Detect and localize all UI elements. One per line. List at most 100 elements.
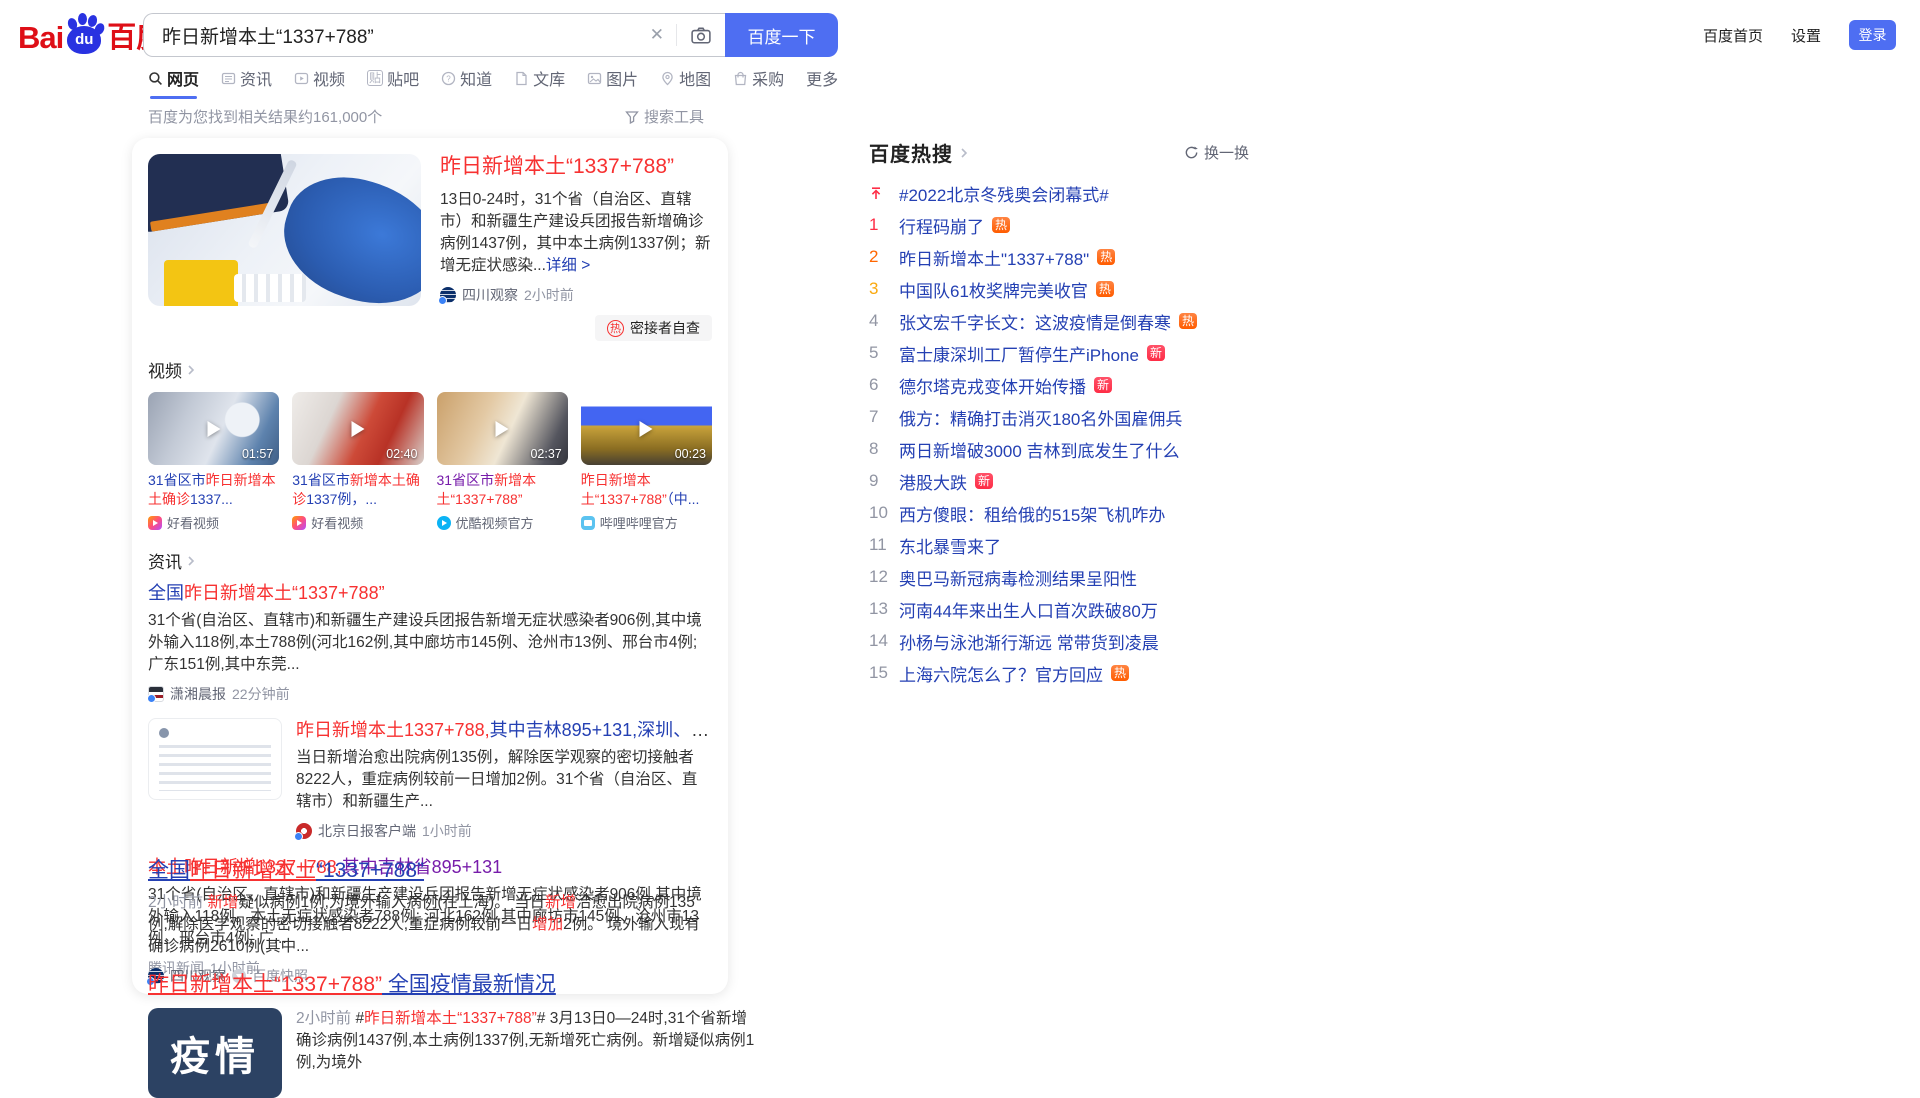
tab-map[interactable]: 地图	[660, 66, 711, 99]
news-item[interactable]: 全国昨日新增本土“1337+788” 31个省(自治区、直辖市)和新疆生产建设兵…	[147, 581, 712, 704]
news-thumbnail-image[interactable]	[148, 718, 282, 800]
clear-icon[interactable]: ✕	[638, 25, 676, 45]
tab-tieba[interactable]: 贴 贴吧	[367, 66, 419, 99]
hot-item[interactable]: #2022北京冬残奥会闭幕式#	[869, 177, 1249, 209]
result-description: 2小时前 #昨日新增本土“1337+788”# 3月13日0—24时,31个省新…	[296, 1010, 755, 1071]
search-tools[interactable]: 搜索工具	[625, 106, 704, 127]
hot-item[interactable]: 1 行程码崩了热	[869, 209, 1249, 241]
hot-item-link[interactable]: 德尔塔克戎变体开始传播	[899, 373, 1086, 398]
hot-item-link[interactable]: 东北暴雪来了	[899, 533, 1001, 558]
result-title-link[interactable]: 昨日新增本土“1337+788”	[440, 154, 712, 180]
hot-item-link[interactable]: 孙杨与泳池渐行渐远 常带货到凌晨	[899, 629, 1159, 654]
video-card[interactable]: 01:57 31省区市昨日新增本土确诊1337... 好看视频	[148, 392, 280, 532]
hot-item-link[interactable]: 西方傻眼：租给俄的515架飞机咋办	[899, 501, 1165, 526]
tab-video[interactable]: 视频	[294, 66, 345, 99]
hot-item[interactable]: 2 昨日新增本土"1337+788" 热	[869, 241, 1249, 273]
hot-item-link[interactable]: 行程码崩了	[899, 213, 984, 238]
news-description: 31个省(自治区、直辖市)和新疆生产建设兵团报告新增无症状感染者906例,其中境…	[148, 612, 702, 673]
hot-item[interactable]: 9 港股大跌新	[869, 465, 1249, 497]
video-thumbnail[interactable]: 00:23	[580, 392, 712, 465]
result-title-link[interactable]: 全国昨日新增本土“1337+788”	[148, 858, 714, 884]
hot-item-link[interactable]: 俄方：精确打击消灭180名外国雇佣兵	[899, 405, 1182, 430]
hot-item-link[interactable]: 奥巴马新冠病毒检测结果呈阳性	[899, 565, 1137, 590]
hot-item[interactable]: 15 上海六院怎么了？官方回应热	[869, 657, 1249, 689]
doc-icon	[514, 71, 529, 86]
video-card[interactable]: 02:37 31省区市新增本土“1337+788” 优酷视频官方	[436, 392, 568, 532]
hot-tag-bar[interactable]: 热 密接者自查	[595, 315, 712, 341]
hot-item[interactable]: 5 富士康深圳工厂暂停生产iPhone 新	[869, 337, 1249, 369]
result-title-link[interactable]: 昨日新增本土“1337+788” 全国疫情最新情况	[148, 972, 758, 998]
hot-item[interactable]: 3 中国队61枚奖牌完美收官热	[869, 273, 1249, 305]
result-thumbnail-image[interactable]	[148, 154, 421, 306]
hot-search-title[interactable]: 百度热搜	[869, 138, 953, 167]
hot-rank: 10	[869, 503, 888, 522]
source-name: 四川观察	[462, 287, 518, 303]
hot-item-link[interactable]: 富士康深圳工厂暂停生产iPhone	[899, 341, 1139, 366]
top-arrow-icon	[869, 186, 889, 200]
source-name: 北京日报客户端	[318, 823, 416, 839]
camera-icon[interactable]	[677, 26, 725, 44]
news-title-link[interactable]: 昨日新增本土1337+788,其中吉林895+131,深圳、东莞...	[296, 718, 712, 742]
hot-item[interactable]: 13 河南44年来出生人口首次跌破80万	[869, 593, 1249, 625]
hot-rank: 2	[869, 247, 879, 266]
hot-item-link[interactable]: 港股大跌	[899, 469, 967, 494]
search-input[interactable]	[144, 24, 638, 46]
detail-link[interactable]: 详细 >	[546, 257, 590, 274]
home-link[interactable]: 百度首页	[1703, 25, 1763, 46]
tab-webpage[interactable]: 网页	[148, 66, 199, 99]
image-icon	[587, 71, 602, 86]
tab-more[interactable]: 更多	[806, 66, 838, 99]
hot-item-link[interactable]: 中国队61枚奖牌完美收官	[899, 277, 1088, 302]
tab-caigou[interactable]: 采购	[733, 66, 784, 99]
hot-rank: 1	[869, 215, 879, 234]
hot-item[interactable]: 14 孙杨与泳池渐行渐远 常带货到凌晨	[869, 625, 1249, 657]
hot-item-link[interactable]: 上海六院怎么了？官方回应	[899, 661, 1103, 686]
hot-item-link[interactable]: 两日新增破3000 吉林到底发生了什么	[899, 437, 1180, 462]
haokan-icon	[292, 515, 307, 530]
hot-item-link[interactable]: 昨日新增本土"1337+788"	[899, 245, 1089, 270]
hot-item-link[interactable]: #2022北京冬残奥会闭幕式#	[899, 181, 1109, 206]
hot-rank: 7	[869, 407, 879, 426]
hot-item[interactable]: 12 奥巴马新冠病毒检测结果呈阳性	[869, 561, 1249, 593]
top-result[interactable]: 昨日新增本土“1337+788” 13日0-24时，31个省（自治区、直辖市）和…	[148, 154, 712, 341]
news-section-header[interactable]: 资讯	[148, 548, 712, 573]
video-card[interactable]: 02:40 31省区市新增本土确诊1337例，... 好看视频	[292, 392, 424, 532]
tab-wenku[interactable]: 文库	[514, 66, 565, 99]
settings-link[interactable]: 设置	[1791, 25, 1821, 46]
news-title-link[interactable]: 全国昨日新增本土“1337+788”	[148, 581, 712, 605]
hot-item[interactable]: 6 德尔塔克戎变体开始传播新	[869, 369, 1249, 401]
search-result[interactable]: 全国昨日新增本土“1337+788” 2小时前 新增疑似病例1例,为境外输入病例…	[146, 858, 714, 986]
search-box[interactable]: ✕	[143, 13, 725, 57]
hot-rank: 15	[869, 663, 888, 682]
result-thumbnail-image[interactable]: 疫情	[148, 1008, 282, 1098]
login-button[interactable]: 登录	[1849, 20, 1896, 50]
hot-item[interactable]: 4 张文宏千字长文：这波疫情是倒春寒热	[869, 305, 1249, 337]
hot-item-link[interactable]: 河南44年来出生人口首次跌破80万	[899, 597, 1158, 622]
tab-news[interactable]: 资讯	[221, 66, 272, 99]
hot-item[interactable]: 10 西方傻眼：租给俄的515架飞机咋办	[869, 497, 1249, 529]
chevron-right-icon	[188, 364, 195, 375]
question-icon: ?	[441, 71, 456, 86]
hot-item[interactable]: 8 两日新增破3000 吉林到底发生了什么	[869, 433, 1249, 465]
video-section-header[interactable]: 视频	[148, 357, 712, 382]
news-item[interactable]: 昨日新增本土1337+788,其中吉林895+131,深圳、东莞... 当日新增…	[148, 718, 712, 841]
hot-item[interactable]: 7 俄方：精确打击消灭180名外国雇佣兵	[869, 401, 1249, 433]
search-button[interactable]: 百度一下	[725, 13, 838, 57]
hot-item-link[interactable]: 张文宏千字长文：这波疫情是倒春寒	[899, 309, 1171, 334]
hot-rank: 3	[869, 279, 879, 298]
search-result[interactable]: 昨日新增本土“1337+788” 全国疫情最新情况 疫情 2小时前 #昨日新增本…	[148, 972, 758, 1098]
news-time: 1小时前	[422, 823, 472, 839]
video-card[interactable]: 00:23 昨日新增本土“1337+788”（中... 哔哩哔哩官方	[580, 392, 712, 532]
hot-badge: 热	[1111, 665, 1130, 681]
video-thumbnail[interactable]: 02:40	[292, 392, 424, 465]
tab-image[interactable]: 图片	[587, 66, 638, 99]
bag-icon	[733, 71, 748, 86]
source-favicon	[294, 823, 312, 841]
video-thumbnail[interactable]: 01:57	[148, 392, 280, 465]
news-icon	[221, 71, 236, 86]
video-thumbnail[interactable]: 02:37	[436, 392, 568, 465]
refresh-button[interactable]: 换一换	[1184, 142, 1249, 163]
hot-item[interactable]: 11 东北暴雪来了	[869, 529, 1249, 561]
tab-zhidao[interactable]: ? 知道	[441, 66, 492, 99]
hot-rank: 9	[869, 471, 879, 490]
